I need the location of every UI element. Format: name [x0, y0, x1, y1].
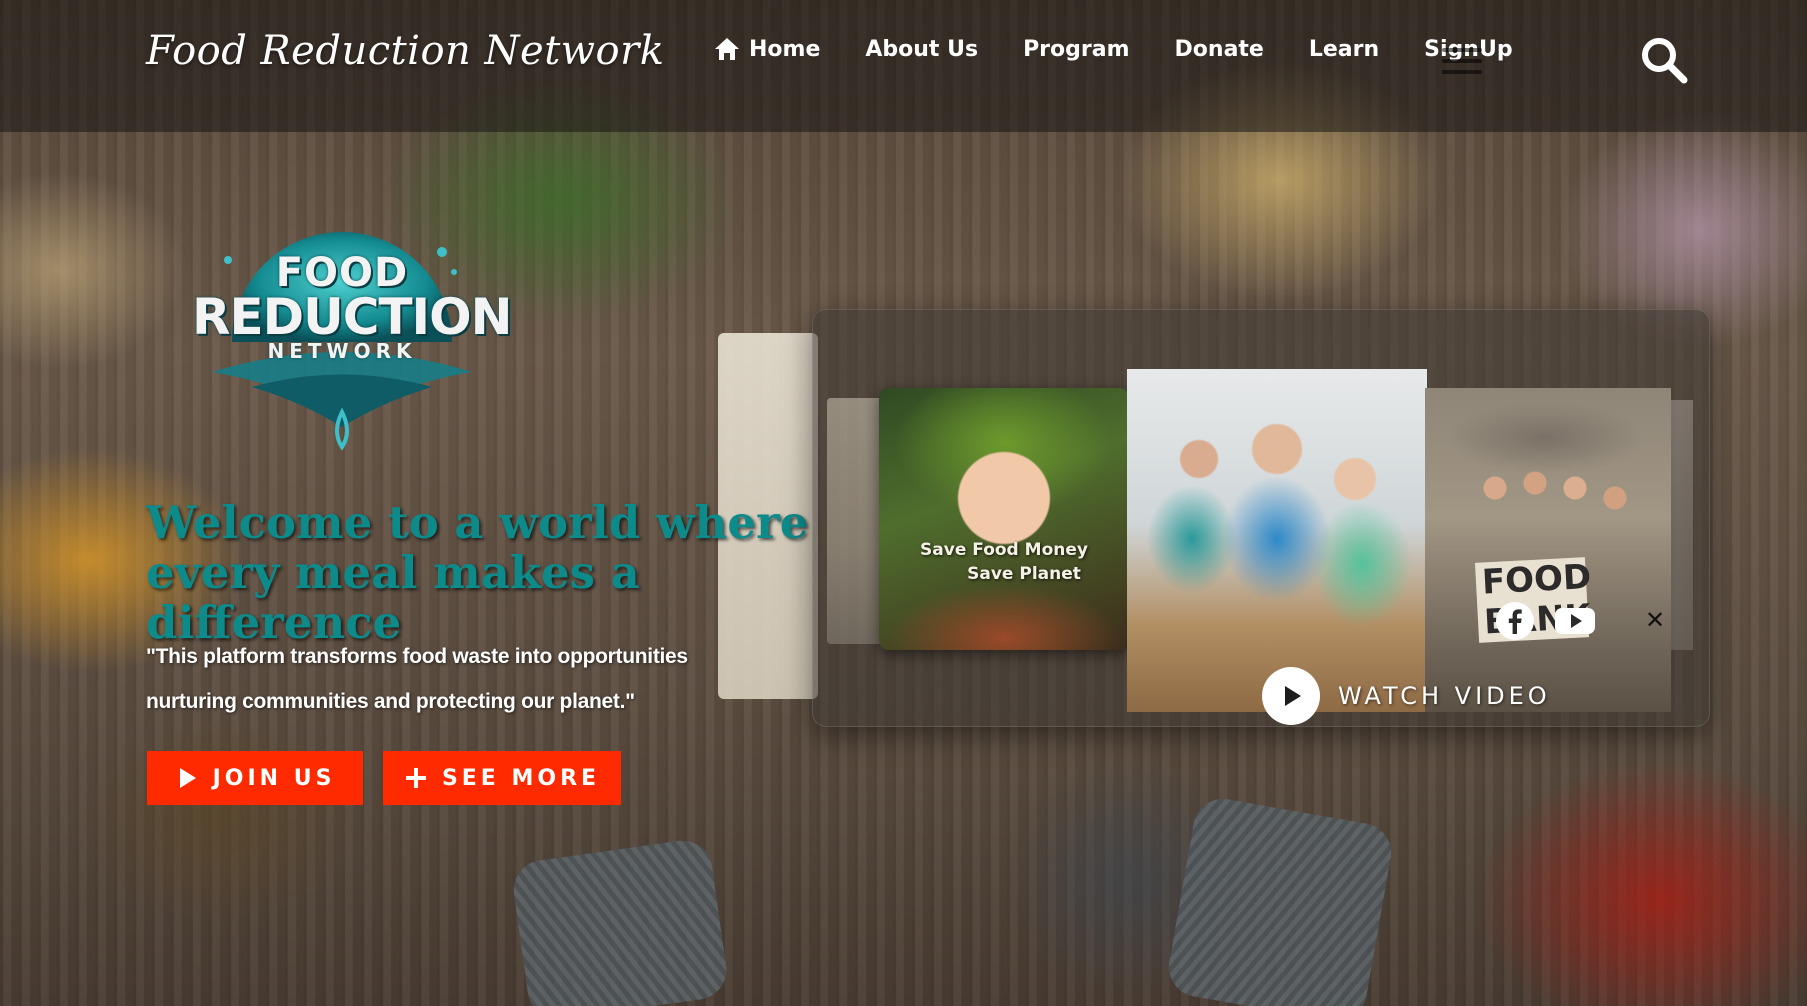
sleeve-right-photo	[1164, 794, 1396, 1006]
home-icon	[715, 38, 739, 60]
join-us-label: JOIN US	[212, 765, 336, 791]
nav-about-us-label: About Us	[865, 36, 979, 62]
nav-about-us[interactable]: About Us	[865, 37, 978, 62]
nav-donate-label: Donate	[1174, 36, 1264, 62]
hamburger-bar	[1442, 59, 1482, 63]
hamburger-bar	[1442, 70, 1482, 74]
nav-home[interactable]: Home	[713, 36, 820, 62]
nav-donate[interactable]: Donate	[1175, 37, 1264, 62]
see-more-label: SEE MORE	[441, 765, 601, 791]
close-icon[interactable]: ✕	[1645, 606, 1669, 634]
hamburger-bar	[1442, 48, 1482, 52]
see-more-button[interactable]: SEE MORE	[383, 751, 621, 805]
gallery-card-volunteers[interactable]	[1127, 369, 1427, 712]
search-icon[interactable]	[1638, 34, 1690, 86]
card-save-food-caption: Save Food Money Save Planet	[879, 538, 1129, 586]
brand-name[interactable]: Food Reduction Network	[146, 28, 664, 74]
logo-word-network: NETWORK	[267, 339, 417, 363]
top-navigation-bar: Food Reduction Network Home About Us Pro…	[0, 0, 1807, 132]
sleeve-left-photo	[509, 836, 731, 1006]
join-us-button[interactable]: JOIN US	[147, 751, 363, 805]
facebook-icon[interactable]	[1494, 600, 1536, 642]
food-reduction-network-logo: FOOD REDUCTION NETWORK	[192, 212, 513, 462]
hero-quote: "This platform transforms food waste int…	[146, 645, 688, 713]
gallery-card-food-bank[interactable]: FOOD BANK	[1425, 388, 1671, 712]
nav-program[interactable]: Program	[1023, 37, 1129, 62]
social-links	[1494, 600, 1624, 642]
play-icon	[1285, 686, 1301, 706]
card-caption-line-2: Save Planet	[967, 564, 1081, 584]
watch-video-button[interactable]: WATCH VIDEO	[1262, 667, 1551, 725]
main-nav: Home About Us Program Donate Learn SignU…	[713, 36, 1513, 62]
watch-video-label: WATCH VIDEO	[1338, 682, 1551, 710]
nav-learn[interactable]: Learn	[1309, 37, 1379, 62]
nav-home-label: Home	[749, 36, 821, 62]
card-caption-line-1: Save Food Money	[920, 540, 1088, 560]
gallery-card-save-food[interactable]: Save Food Money Save Planet	[879, 388, 1129, 650]
logo-word-reduction: REDUCTION	[192, 288, 513, 346]
video-gallery-panel: Save Food Money Save Planet FOOD BANK	[812, 309, 1710, 727]
hero-headline: Welcome to a world where every meal make…	[146, 496, 809, 649]
play-icon	[179, 768, 196, 788]
nav-program-label: Program	[1023, 36, 1130, 62]
play-circle-icon	[1262, 667, 1320, 725]
nav-learn-label: Learn	[1308, 36, 1380, 62]
youtube-icon[interactable]	[1554, 600, 1596, 642]
plus-icon	[405, 768, 426, 788]
hamburger-icon[interactable]	[1442, 48, 1482, 74]
